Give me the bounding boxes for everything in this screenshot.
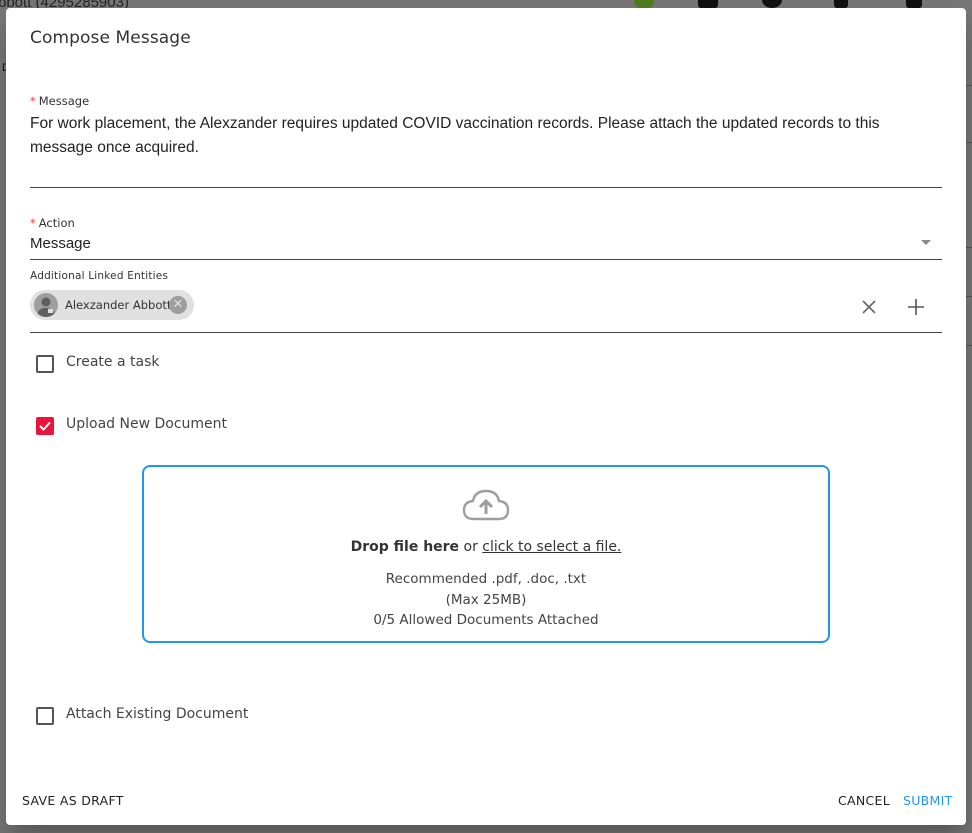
chip-remove-icon[interactable]: ✕: [169, 296, 187, 314]
document-icon: [834, 0, 848, 8]
background-divider: [966, 85, 972, 86]
create-task-checkbox[interactable]: [36, 355, 54, 373]
linked-entities-label: Additional Linked Entities: [30, 270, 169, 282]
add-entity-button[interactable]: [905, 296, 927, 318]
chevron-down-icon[interactable]: [921, 240, 931, 245]
action-select[interactable]: Message: [30, 235, 91, 252]
cloud-upload-icon: [462, 489, 510, 521]
background-divider: [966, 345, 972, 346]
upload-new-document-checkbox[interactable]: [36, 417, 54, 435]
message-underline: [30, 187, 942, 188]
person-icon: [34, 293, 58, 317]
attach-existing-document-label[interactable]: Attach Existing Document: [66, 706, 248, 722]
required-marker: *: [30, 94, 36, 108]
message-textarea[interactable]: For work placement, the Alexzander requi…: [30, 112, 920, 160]
message-label-text: Message: [38, 94, 90, 108]
cancel-button[interactable]: CANCEL: [838, 793, 890, 808]
upload-new-document-label[interactable]: Upload New Document: [66, 416, 227, 432]
create-task-label[interactable]: Create a task: [66, 354, 159, 370]
check-icon: [39, 421, 51, 431]
save-as-draft-button[interactable]: SAVE AS DRAFT: [22, 793, 124, 808]
drop-file-text: Drop file here: [350, 539, 460, 555]
action-label-text: Action: [38, 216, 75, 230]
list-icon: [698, 0, 718, 8]
required-marker: *: [30, 216, 36, 230]
action-label: * Action: [30, 216, 75, 230]
entity-chip-label: Alexzander Abbott: [65, 298, 172, 312]
compose-message-dialog: Compose Message * Message For work placem…: [6, 8, 966, 825]
clear-entities-button[interactable]: [858, 296, 880, 318]
entity-chip[interactable]: Alexzander Abbott ✕: [30, 290, 194, 320]
recommended-formats: Recommended .pdf, .doc, .txt: [385, 571, 587, 587]
background-divider: [966, 247, 972, 248]
dollar-icon: [762, 0, 782, 8]
action-underline: [30, 259, 942, 260]
max-size: (Max 25MB): [445, 592, 527, 608]
drop-instructions: Drop file here or click to select a file…: [144, 539, 828, 555]
medical-icon: [906, 0, 922, 8]
background-divider: [966, 296, 972, 297]
message-label: * Message: [30, 94, 89, 108]
dialog-title: Compose Message: [30, 28, 191, 48]
entities-underline: [30, 332, 942, 333]
allowed-documents-count: 0/5 Allowed Documents Attached: [373, 612, 599, 628]
submit-button[interactable]: SUBMIT: [903, 793, 953, 808]
or-text: or: [463, 539, 478, 555]
plus-icon: [908, 299, 924, 315]
attach-existing-document-checkbox[interactable]: [36, 707, 54, 725]
background-divider: [966, 142, 972, 143]
select-file-link[interactable]: click to select a file.: [482, 539, 621, 555]
close-icon: [862, 300, 876, 314]
file-dropzone[interactable]: Drop file here or click to select a file…: [142, 465, 830, 643]
